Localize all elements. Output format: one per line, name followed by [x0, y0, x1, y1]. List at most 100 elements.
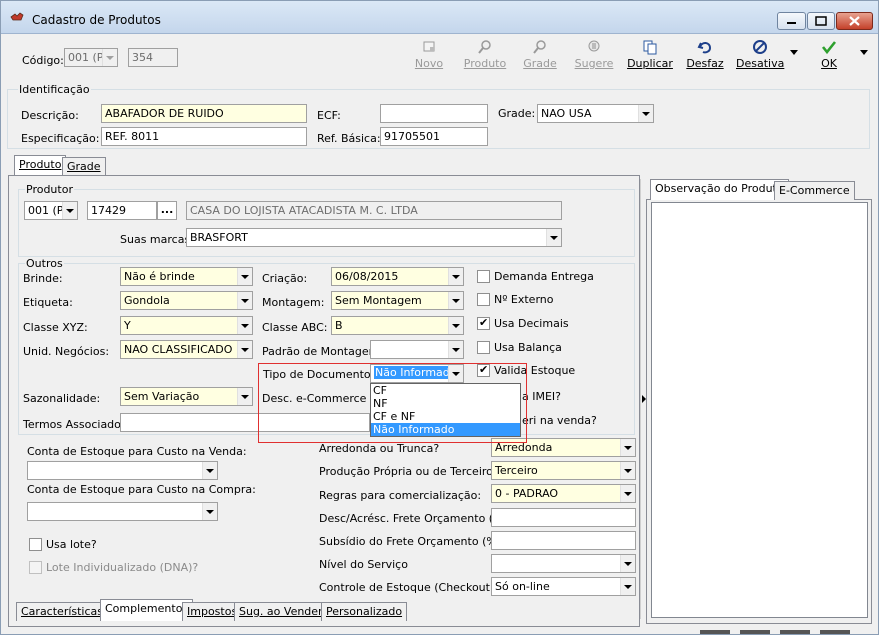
montagem-combo[interactable]: Sem Montagem: [331, 291, 464, 310]
tab-sug-ao-vender[interactable]: Sug. ao Vender: [234, 602, 328, 621]
maximize-button[interactable]: [807, 12, 835, 30]
produtor-combo[interactable]: 001 (PI: [24, 201, 78, 220]
conta-venda-combo[interactable]: [27, 461, 218, 480]
termos-associados-input[interactable]: [120, 413, 370, 432]
dropdown-option-nao-informado[interactable]: Não Informado: [371, 423, 520, 436]
tab-grade[interactable]: Grade: [62, 157, 106, 176]
chevron-down-icon[interactable]: [448, 341, 463, 358]
valida-estoque-checkbox[interactable]: [477, 363, 490, 377]
tab-caracteristicas[interactable]: Características: [16, 602, 109, 621]
observacao-textarea[interactable]: [651, 202, 868, 618]
chevron-down-icon[interactable]: [237, 268, 252, 285]
codigo-input[interactable]: 354: [128, 48, 178, 67]
brinde-combo[interactable]: Não é brinde: [120, 267, 253, 286]
usa-lote-checkbox[interactable]: [29, 538, 42, 551]
conta-compra-combo[interactable]: [27, 502, 218, 521]
criacao-combo[interactable]: 06/08/2015: [331, 267, 464, 286]
demanda-entrega-checkbox[interactable]: [477, 270, 490, 283]
ecf-label: ECF:: [317, 109, 341, 122]
desativa-dropdown-icon[interactable]: [790, 50, 798, 56]
chevron-down-icon[interactable]: [62, 202, 77, 219]
chevron-down-icon[interactable]: [448, 317, 463, 334]
chevron-down-icon[interactable]: [448, 268, 463, 285]
chevron-down-icon[interactable]: [237, 341, 252, 358]
tab-complementos-label: Complementos: [105, 602, 189, 615]
usa-balanca-checkbox[interactable]: [477, 341, 490, 354]
especificacao-input[interactable]: REF. 8011: [101, 127, 307, 146]
close-button[interactable]: [836, 12, 873, 30]
grade-combo[interactable]: NAO USA: [537, 104, 654, 123]
close-icon: [849, 16, 860, 26]
usa-decimais-checkbox[interactable]: [477, 316, 490, 330]
chevron-down-icon[interactable]: [237, 317, 252, 334]
codigo-combo[interactable]: 001 (PI: [64, 48, 118, 67]
ecf-input[interactable]: [380, 104, 488, 123]
tab-personalizado[interactable]: Personalizado: [321, 602, 408, 621]
classe-xyz-combo[interactable]: Y: [120, 316, 253, 335]
desativa-button[interactable]: Desativa: [736, 35, 784, 79]
producao-value: Terceiro: [495, 464, 538, 477]
chevron-down-icon[interactable]: [638, 105, 653, 122]
dropdown-option-cf[interactable]: CF: [371, 384, 520, 397]
ok-checkmark-icon: [821, 41, 837, 55]
arredonda-combo[interactable]: Arredonda: [491, 438, 636, 457]
chevron-down-icon[interactable]: [202, 462, 217, 479]
desfaz-button[interactable]: Desfaz: [685, 35, 725, 79]
produtor-name-field: CASA DO LOJISTA ATACADISTA M. C. LTDA: [186, 201, 562, 220]
chevron-down-icon[interactable]: [620, 439, 635, 456]
produtor-code-input[interactable]: 17429: [87, 201, 157, 220]
tab-ecommerce-label: E-Commerce: [779, 184, 850, 197]
chevron-down-icon[interactable]: [620, 578, 635, 595]
suas-marcas-value: BRASFORT: [190, 231, 248, 244]
produtor-lookup-button[interactable]: ...: [157, 201, 177, 220]
chevron-down-icon[interactable]: [202, 503, 217, 520]
grade-button[interactable]: Grade: [519, 35, 561, 79]
ok-button[interactable]: OK: [813, 35, 845, 79]
produto-button[interactable]: Produto: [461, 35, 509, 79]
etiqueta-combo[interactable]: Gondola: [120, 291, 253, 310]
regras-combo[interactable]: 0 - PADRAO: [491, 484, 636, 503]
regras-value: 0 - PADRAO: [495, 487, 559, 500]
tipo-documento-combo[interactable]: Não Informado: [370, 364, 464, 383]
classe-abc-combo[interactable]: B: [331, 316, 464, 335]
chevron-down-icon[interactable]: [620, 462, 635, 479]
nivel-servico-combo[interactable]: [491, 554, 636, 573]
ref-basica-input[interactable]: 91705501: [380, 127, 488, 146]
novo-button[interactable]: Novo: [410, 35, 448, 79]
duplicar-button[interactable]: Duplicar: [626, 35, 674, 79]
ok-dropdown-icon[interactable]: [860, 50, 868, 56]
sugere-label: Sugere: [574, 57, 614, 70]
padrao-montagem-combo[interactable]: [370, 340, 464, 359]
chevron-down-icon[interactable]: [620, 485, 635, 502]
sazonalidade-value: Sem Variação: [124, 390, 200, 403]
chevron-down-icon[interactable]: [546, 229, 561, 246]
chevron-down-icon[interactable]: [237, 388, 252, 405]
usa-lote-label: Usa lote?: [46, 538, 97, 551]
unid-negocios-combo[interactable]: NAO CLASSIFICADO: [120, 340, 253, 359]
sazonalidade-label: Sazonalidade:: [23, 392, 101, 405]
padrao-montagem-label: Padrão de Montagem:: [262, 345, 384, 358]
dropdown-option-nf[interactable]: NF: [371, 397, 520, 410]
chevron-down-icon[interactable]: [448, 365, 463, 382]
conta-compra-label: Conta de Estoque para Custo na Compra:: [27, 483, 256, 496]
suas-marcas-combo[interactable]: BRASFORT: [186, 228, 562, 247]
sazonalidade-combo[interactable]: Sem Variação: [120, 387, 253, 406]
desc-frete-input[interactable]: [491, 508, 636, 527]
chevron-down-icon[interactable]: [237, 292, 252, 309]
tab-observacao-produto[interactable]: Observação do Produto: [650, 179, 789, 200]
n-externo-checkbox[interactable]: [477, 293, 490, 306]
controle-estoque-combo[interactable]: Só on-line: [491, 577, 636, 596]
sugere-button[interactable]: Sugere: [572, 35, 616, 79]
dropdown-option-cf-e-nf[interactable]: CF e NF: [371, 410, 520, 423]
subsidio-frete-input[interactable]: [491, 531, 636, 550]
minimize-button[interactable]: [777, 12, 806, 30]
chevron-down-icon[interactable]: [448, 292, 463, 309]
producao-combo[interactable]: Terceiro: [491, 461, 636, 480]
tab-produto[interactable]: Produto: [14, 155, 67, 176]
lote-individualizado-checkbox[interactable]: [29, 561, 42, 574]
descricao-input[interactable]: ABAFADOR DE RUIDO: [101, 104, 307, 123]
search-product-icon: [478, 40, 491, 54]
tab-ecommerce[interactable]: E-Commerce: [774, 181, 855, 200]
chevron-down-icon[interactable]: [620, 555, 635, 572]
tab-complementos[interactable]: Complementos: [100, 599, 194, 621]
